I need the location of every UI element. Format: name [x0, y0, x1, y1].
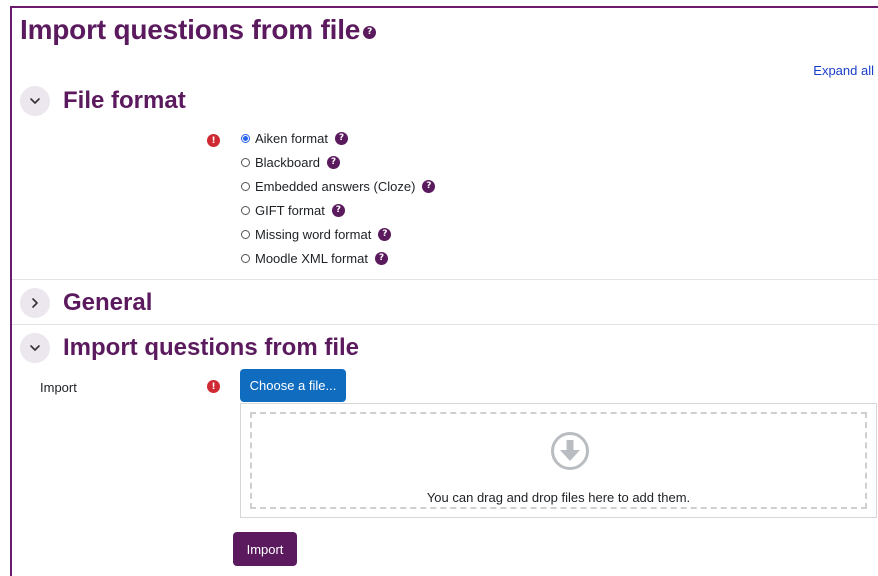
required-icon: ! — [207, 134, 220, 147]
page-title: Import questions from file ? — [20, 14, 377, 46]
help-icon[interactable]: ? — [378, 227, 392, 241]
help-icon[interactable]: ? — [374, 251, 388, 265]
help-icon[interactable]: ? — [331, 203, 345, 217]
radio-label: Missing word format — [255, 226, 372, 242]
radio-label: Aiken format — [255, 130, 328, 146]
file-dropzone[interactable]: You can drag and drop files here to add … — [250, 412, 867, 509]
chevron-down-icon — [30, 345, 40, 351]
collapse-import-button[interactable] — [20, 333, 50, 363]
radio-button[interactable] — [241, 229, 250, 239]
expand-general-button[interactable] — [20, 288, 50, 318]
chevron-right-icon — [32, 298, 38, 308]
radio-button[interactable] — [241, 181, 250, 191]
radio-label: Embedded answers (Cloze) — [255, 178, 416, 194]
radio-button[interactable] — [241, 253, 250, 263]
help-icon[interactable]: ? — [422, 179, 436, 193]
section-header-general: General — [20, 288, 152, 318]
radio-option-moodle-xml[interactable]: Moodle XML format ? — [241, 246, 435, 270]
file-picker: You can drag and drop files here to add … — [240, 403, 877, 518]
help-icon[interactable]: ? — [327, 155, 341, 169]
radio-label: Blackboard — [255, 154, 321, 170]
radio-option-blackboard[interactable]: Blackboard ? — [241, 150, 435, 174]
radio-option-gift[interactable]: GIFT format ? — [241, 198, 435, 222]
radio-option-missing-word[interactable]: Missing word format ? — [241, 222, 435, 246]
section-divider — [12, 324, 878, 325]
radio-button[interactable] — [241, 133, 250, 143]
choose-file-button[interactable]: Choose a file... — [240, 369, 346, 402]
radio-label: GIFT format — [255, 202, 325, 218]
radio-button[interactable] — [241, 205, 250, 215]
radio-option-cloze[interactable]: Embedded answers (Cloze) ? — [241, 174, 436, 198]
import-field-label: Import — [40, 380, 77, 395]
page-title-text: Import questions from file — [20, 14, 361, 45]
import-button[interactable]: Import — [233, 532, 297, 566]
collapse-file-format-button[interactable] — [20, 86, 50, 116]
help-icon[interactable]: ? — [363, 26, 377, 39]
help-icon[interactable]: ? — [334, 131, 348, 145]
dropzone-hint: You can drag and drop files here to add … — [426, 490, 691, 505]
radio-button[interactable] — [241, 157, 250, 167]
required-icon: ! — [207, 380, 220, 393]
download-arrow-icon — [551, 432, 589, 470]
section-header-import: Import questions from file — [20, 333, 359, 363]
section-title-file-format: File format — [63, 87, 186, 114]
file-format-radio-group: Aiken format ? Blackboard ? Embedded ans… — [241, 126, 436, 270]
expand-all-link[interactable]: Expand all — [813, 63, 874, 78]
section-divider — [12, 279, 878, 280]
section-title-general: General — [63, 289, 153, 316]
chevron-down-icon — [30, 98, 40, 104]
section-header-file-format: File format — [20, 86, 186, 116]
section-title-import: Import questions from file — [63, 334, 360, 361]
radio-label: Moodle XML format — [255, 250, 368, 266]
radio-option-aiken[interactable]: Aiken format ? — [241, 126, 435, 150]
